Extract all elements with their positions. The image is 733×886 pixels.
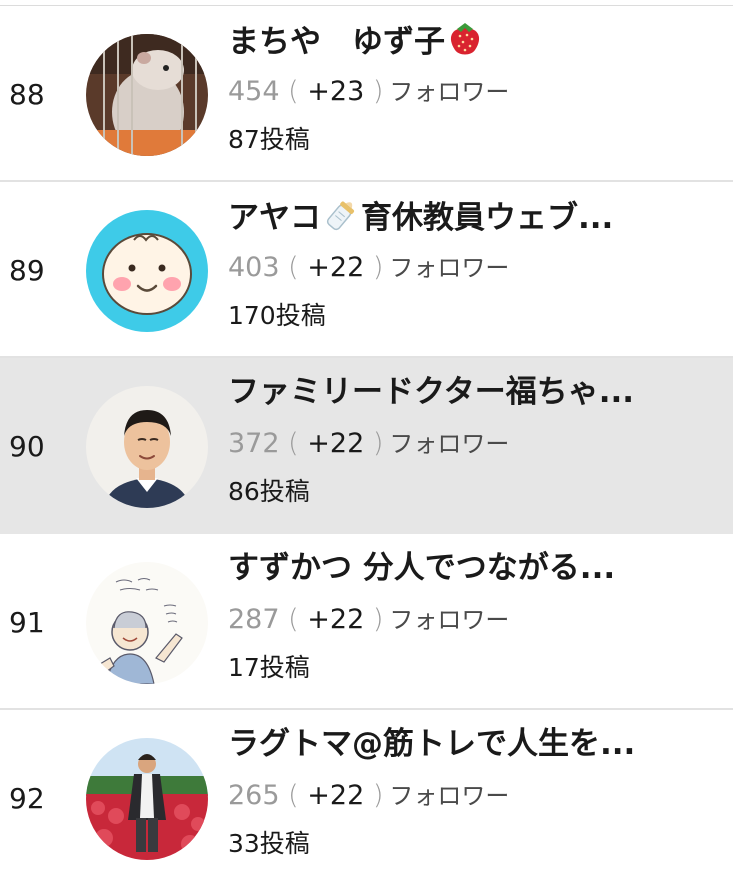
follower-count: 372 — [228, 428, 280, 459]
user-name[interactable]: ラグトマ@筋トレで人生を... — [228, 724, 723, 764]
baby-bottle-icon — [321, 196, 361, 234]
follower-delta: +22 — [307, 428, 365, 459]
avatar[interactable] — [86, 562, 208, 684]
hamster-avatar-icon — [86, 34, 208, 156]
follower-delta: +22 — [307, 252, 365, 283]
rank-number: 88 — [9, 78, 45, 111]
post-count: 33投稿 — [228, 829, 310, 858]
avatar[interactable] — [86, 386, 208, 508]
follower-stats: 454 ( +23 ) フォロワー — [228, 76, 510, 107]
user-name-suffix: 育休教員ウェブ... — [361, 200, 614, 236]
rank-number: 89 — [9, 254, 45, 287]
follower-stats: 265 ( +22 ) フォロワー — [228, 780, 510, 811]
ranking-row[interactable]: 92 ラグトマ@筋トレで人生を... 265 ( +22 ) フォロワー 33投稿 — [0, 710, 733, 886]
follower-stats: 372 ( +22 ) フォロワー — [228, 428, 510, 459]
follower-label: フォロワー — [389, 254, 510, 282]
avatar[interactable] — [86, 738, 208, 860]
man-sketch-avatar-icon — [86, 562, 208, 684]
rank-number: 90 — [9, 430, 45, 463]
follower-label: フォロワー — [389, 782, 510, 810]
ranking-row[interactable]: 91 すずかつ 分人でつながる... 287 ( +22 ) フォロワー 17投稿 — [0, 534, 733, 710]
follower-delta: +22 — [307, 780, 365, 811]
user-name-text: まちや ゆず子 — [228, 24, 445, 60]
rank-number: 92 — [9, 782, 45, 815]
post-count: 87投稿 — [228, 125, 310, 154]
ranking-row[interactable]: 89 アヤコ 育休教員ウェブ... 403 ( +22 ) フォロワー 170投稿 — [0, 182, 733, 358]
follower-delta: +22 — [307, 604, 365, 635]
ranking-row[interactable]: 88 まちや ゆず子 454 ( +23 ) フォロワー 87投稿 — [0, 6, 733, 182]
follower-label: フォロワー — [389, 606, 510, 634]
user-name[interactable]: まちや ゆず子 — [228, 20, 723, 62]
rank-number: 91 — [9, 606, 45, 639]
flower-field-avatar-icon — [86, 738, 208, 860]
user-name[interactable]: すずかつ 分人でつながる... — [228, 548, 723, 588]
follower-stats: 287 ( +22 ) フォロワー — [228, 604, 510, 635]
user-name[interactable]: ファミリードクター福ちゃ... — [228, 372, 723, 412]
user-name-prefix: アヤコ — [228, 200, 321, 236]
follower-label: フォロワー — [389, 78, 510, 106]
follower-stats: 403 ( +22 ) フォロワー — [228, 252, 510, 283]
post-count: 170投稿 — [228, 301, 326, 330]
user-name[interactable]: アヤコ 育休教員ウェブ... — [228, 196, 723, 238]
avatar[interactable] — [86, 210, 208, 332]
ranking-list: 88 まちや ゆず子 454 ( +23 ) フォロワー 87投稿 89 アヤコ… — [0, 6, 733, 886]
ranking-row[interactable]: 90 ファミリードクター福ちゃ... 372 ( +22 ) フォロワー 86投稿 — [0, 358, 733, 534]
follower-label: フォロワー — [389, 430, 510, 458]
baby-face-avatar-icon — [86, 210, 208, 332]
post-count: 17投稿 — [228, 653, 310, 682]
man-portrait-avatar-icon — [86, 386, 208, 508]
follower-count: 265 — [228, 780, 280, 811]
avatar[interactable] — [86, 34, 208, 156]
post-count: 86投稿 — [228, 477, 310, 506]
follower-count: 403 — [228, 252, 280, 283]
follower-count: 287 — [228, 604, 280, 635]
follower-count: 454 — [228, 76, 280, 107]
strawberry-icon — [445, 20, 485, 58]
follower-delta: +23 — [307, 76, 365, 107]
